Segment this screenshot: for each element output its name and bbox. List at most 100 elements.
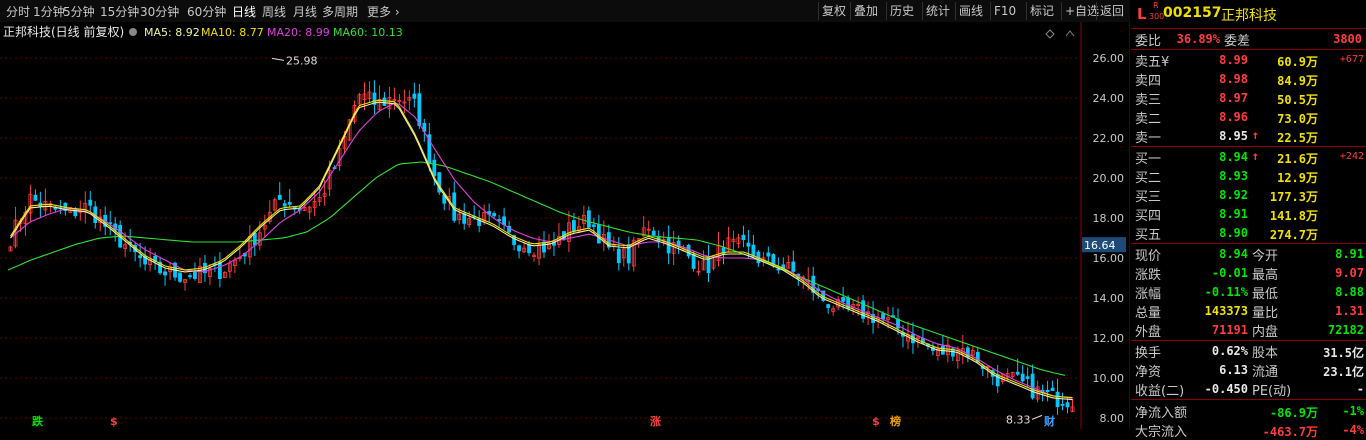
board-tag-bottom: 300	[1149, 12, 1165, 21]
buy-price: 8.93	[1219, 169, 1248, 183]
price-marker: 16.64	[1084, 239, 1116, 252]
candle-body	[766, 252, 771, 257]
buy-price: 8.94	[1219, 150, 1248, 164]
y-tick-label: 12.00	[1093, 332, 1125, 345]
buy-level-label: 买三	[1135, 190, 1162, 205]
candle-body	[193, 271, 197, 279]
stat-value: 31.5亿	[1323, 346, 1364, 360]
stat-label: 内盘	[1252, 325, 1279, 340]
buy-level-label: 买五	[1135, 228, 1162, 243]
toolbar-button[interactable]: 历史	[886, 2, 917, 20]
divider	[1131, 146, 1366, 147]
stat-value: 143373	[1204, 304, 1248, 318]
buy-volume: 141.8万	[1269, 209, 1318, 223]
candle-body	[741, 234, 746, 241]
period-tab[interactable]: 5分钟	[63, 3, 95, 20]
period-tab[interactable]: 15分钟	[100, 3, 139, 20]
stat-label: 量比	[1252, 306, 1279, 321]
toolbar-button[interactable]: 标记	[1026, 2, 1057, 20]
sell-price: 8.95	[1219, 129, 1248, 143]
stat-value: 6.13	[1219, 363, 1248, 377]
buy-price: 8.92	[1219, 188, 1248, 202]
stat-label: 现价	[1135, 249, 1162, 264]
candle-body	[282, 203, 287, 207]
weicha-value: 3800	[1333, 32, 1362, 46]
event-marker[interactable]: $	[110, 415, 118, 428]
low-price-label: 8.33	[1006, 413, 1031, 426]
toolbar-button[interactable]: 叠加	[850, 2, 881, 20]
toolbar-button[interactable]: 画线	[955, 2, 986, 20]
divider	[1131, 243, 1366, 244]
settings-dot-icon[interactable]	[129, 28, 137, 36]
candle-body	[527, 244, 531, 254]
candle-body	[1020, 373, 1025, 382]
event-marker[interactable]: 财	[1043, 414, 1055, 428]
stat-value: 8.91	[1335, 247, 1364, 261]
candle-body	[596, 224, 601, 244]
candle-body	[417, 93, 422, 126]
period-tab[interactable]: 1分钟	[33, 3, 65, 20]
event-marker[interactable]: $	[872, 415, 880, 428]
candle-body	[1025, 376, 1030, 379]
buy-level-label: 买四	[1135, 209, 1162, 224]
divider	[1131, 399, 1366, 400]
stat-value: -0.11%	[1204, 285, 1248, 299]
event-marker[interactable]: 涨	[650, 414, 661, 428]
event-marker[interactable]: 跌	[32, 414, 44, 428]
candle-body	[542, 241, 546, 253]
stat-label: 股本	[1252, 346, 1279, 361]
sell-volume: 84.9万	[1277, 74, 1318, 88]
y-tick-label: 24.00	[1093, 92, 1125, 105]
stat-value: -0.01	[1211, 266, 1248, 280]
buy-volume: 21.6万	[1277, 152, 1318, 166]
ma5-legend: MA5: 8.92	[144, 26, 200, 39]
toolbar-button[interactable]: 统计	[922, 2, 953, 20]
stat-label: 最高	[1252, 268, 1279, 283]
ma10-legend: MA10: 8.77	[201, 26, 264, 39]
stat-label: 流通	[1252, 365, 1279, 380]
candle-body	[826, 304, 831, 308]
candle-body	[1045, 389, 1050, 393]
period-tab[interactable]: 分时	[6, 3, 30, 20]
stat-label: PE(动)	[1252, 384, 1292, 399]
y-tick-label: 10.00	[1093, 372, 1125, 385]
up-arrow-icon: ↑	[1251, 149, 1259, 163]
sell-volume: 60.9万	[1277, 55, 1318, 69]
sell-level-label: 卖五¥	[1135, 55, 1170, 70]
toolbar-button[interactable]: F10	[990, 2, 1019, 20]
candle-body	[492, 213, 497, 217]
y-tick-label: 20.00	[1093, 172, 1125, 185]
candle-body	[517, 245, 521, 252]
event-marker[interactable]: 榜	[890, 414, 901, 428]
period-tab[interactable]: 月线	[293, 3, 317, 20]
candle-body	[138, 255, 143, 259]
stat-value: -0.450	[1204, 382, 1248, 396]
ma20-legend: MA20: 8.99	[267, 26, 330, 39]
chart-title: 正邦科技(日线 前复权)	[3, 24, 124, 39]
stat-label: 净资	[1135, 365, 1162, 380]
kline-chart[interactable]: 26.00 24.00 22.00 20.00 18.00 16.00 14.00 12.00…	[0, 22, 1130, 429]
period-tab[interactable]: 周线	[262, 3, 286, 20]
sell-volume: 73.0万	[1277, 112, 1318, 126]
toolbar-button[interactable]: 返回	[1096, 2, 1127, 20]
toolbar-button[interactable]: 复权	[818, 2, 849, 20]
period-tab[interactable]: 60分钟	[187, 3, 226, 20]
stat-value: 8.94	[1219, 247, 1248, 261]
buy-change: +242	[1339, 151, 1364, 162]
candle-body	[218, 261, 222, 279]
stock-title-bar: L R 300 002157 正邦科技	[1131, 0, 1366, 29]
up-arrow-icon: ↑	[1251, 128, 1259, 142]
candle-body	[691, 253, 696, 269]
stat-value: 71191	[1211, 323, 1248, 337]
stat-label: 今开	[1252, 249, 1279, 264]
period-tab[interactable]: 30分钟	[140, 3, 179, 20]
period-tab[interactable]: 多周期	[322, 3, 358, 20]
divider	[1131, 49, 1366, 50]
block-flow-pct: -4%	[1342, 423, 1364, 437]
buy-price: 8.90	[1219, 226, 1248, 240]
buy-volume: 177.3万	[1269, 190, 1318, 204]
stat-value: 1.31	[1335, 304, 1364, 318]
candle-body	[616, 248, 621, 264]
period-tab[interactable]: 更多 ›	[367, 3, 400, 20]
period-tab[interactable]: 日线	[232, 3, 256, 20]
